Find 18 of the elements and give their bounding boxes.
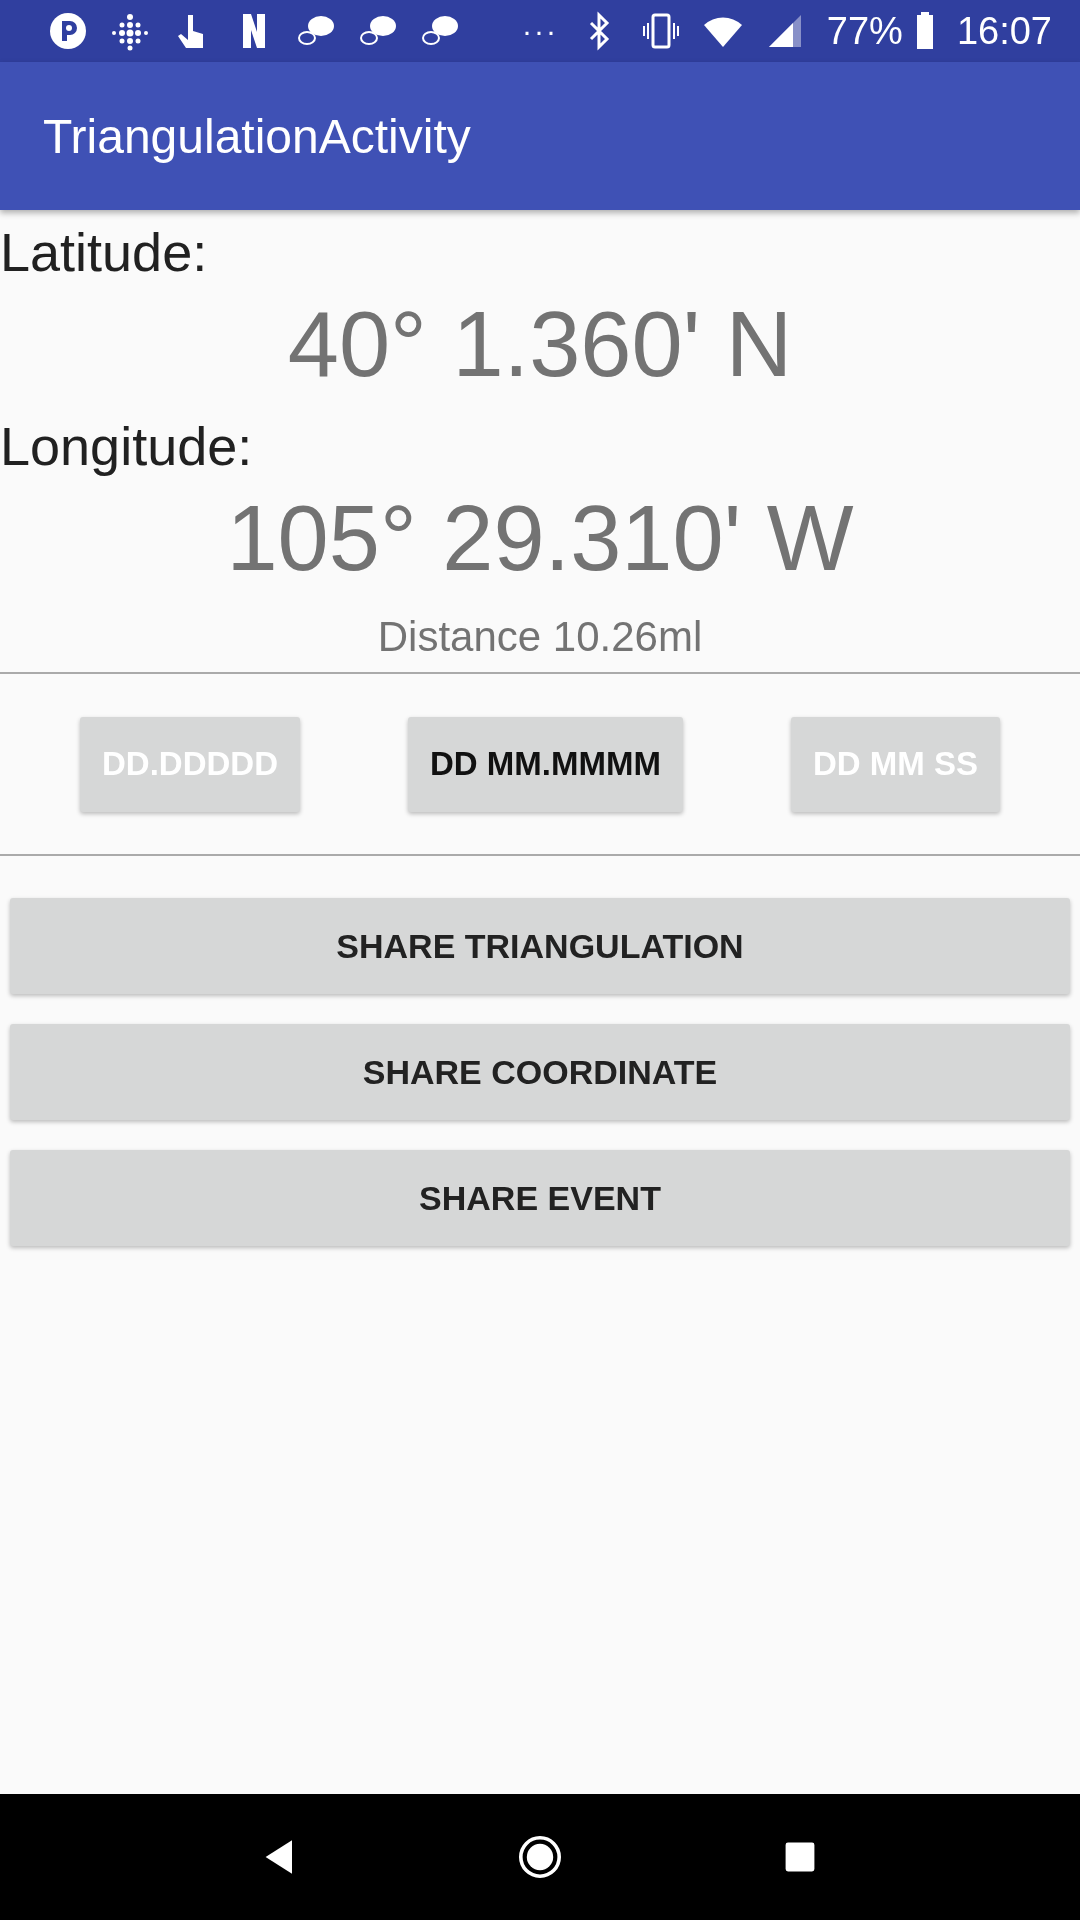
clock: 16:07 [956,9,1052,53]
share-button[interactable]: SHARE TRIANGULATION [10,898,1070,994]
distance-text: Distance 10.26ml [377,613,703,660]
longitude-value: 105° 29.310' W [225,486,855,591]
dots-icon [110,11,150,51]
share-button[interactable]: SHARE COORDINATE [10,1024,1070,1120]
home-icon[interactable] [516,1833,564,1881]
latitude-value: 40° 1.360' N [286,292,794,397]
battery-percent: 77% [826,9,903,53]
vibrate-icon [640,11,681,51]
more-notifications: ··· [522,14,558,48]
app-title: TriangulationActivity [43,108,471,164]
longitude-label: Longitude: [0,415,254,478]
p-logo-icon [48,11,88,51]
latitude-label: Latitude: [0,221,209,284]
battery-icon [914,11,935,51]
share-button[interactable]: SHARE EVENT [10,1150,1070,1246]
format-button[interactable]: DD MM.MMMM [408,716,683,812]
